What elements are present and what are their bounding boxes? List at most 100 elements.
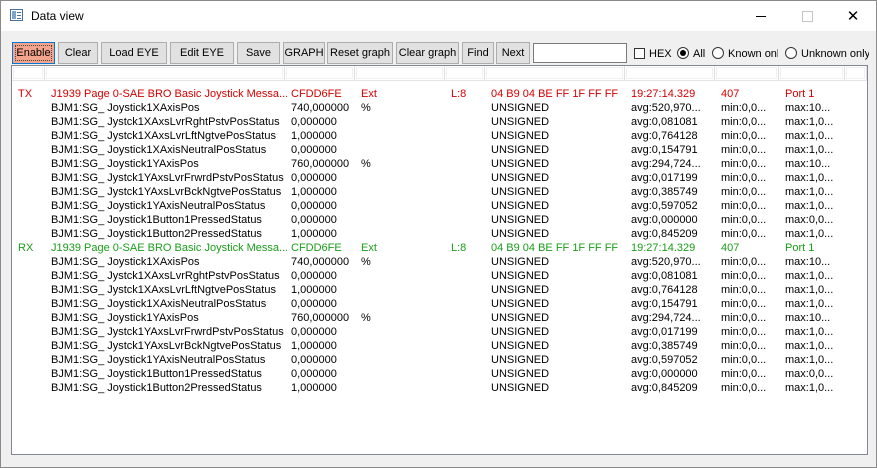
clear-graph-button[interactable]: Clear graph [396,42,459,64]
signal-minimum: min:0,0... [721,340,767,352]
signal-row[interactable]: BJM1:SG_ Joystick1Button1PressedStatus 0,… [12,213,867,227]
signal-name: BJM1:SG_ Joystick1Button2PressedStatus [51,228,262,240]
signal-row[interactable]: BJM1:SG_ Jystck1YAxsLvrBckNgtvePosStatus… [12,339,867,353]
signal-maximum: max:10... [785,102,831,114]
message-port: Port 1 [785,88,815,100]
signal-row[interactable]: BJM1:SG_ Joystick1XAxisNeutralPosStatus 0… [12,297,867,311]
signal-type: UNSIGNED [491,256,550,268]
radio-unknown-only[interactable] [785,47,797,59]
signal-maximum: max:1,0... [785,172,834,184]
signal-row[interactable]: BJM1:SG_ Joystick1YAxisPos 760,000000% UNS… [12,311,867,325]
signal-maximum: max:1,0... [785,228,834,240]
signal-minimum: min:0,0... [721,382,767,394]
header-column-port[interactable] [779,66,845,81]
signal-row[interactable]: BJM1:SG_ Jystck1XAxsLvrLftNgtvePosStatus… [12,283,867,297]
signal-value: 760,000000 [291,312,350,324]
signal-maximum: max:0,0... [785,214,834,226]
message-row[interactable]: RX J1939 Page 0-SAE BRO Basic Joystick Me… [12,241,867,255]
load-eye-button[interactable]: Load EYE [101,42,167,64]
signal-row[interactable]: BJM1:SG_ Jystck1YAxsLvrFrwrdPstvPosStatu… [12,171,867,185]
maximize-button[interactable] [784,1,830,31]
signal-name: BJM1:SG_ Joystick1Button1PressedStatus [51,368,262,380]
message-row[interactable]: TX J1939 Page 0-SAE BRO Basic Joystick Me… [12,87,867,101]
signal-name: BJM1:SG_ Jystck1YAxsLvrBckNgtvePosStatus [51,340,282,352]
reset-graph-button[interactable]: Reset graph [327,42,393,64]
signal-name: BJM1:SG_ Joystick1XAxisNeutralPosStatus [51,144,267,156]
header-column-id[interactable] [285,66,355,81]
data-grid[interactable]: TX J1939 Page 0-SAE BRO Basic Joystick Me… [11,65,868,455]
signal-name: BJM1:SG_ Joystick1XAxisPos [51,256,200,268]
message-length: L:8 [451,88,467,100]
signal-average: avg:0,000000 [631,214,698,226]
header-column-extra[interactable] [845,66,867,81]
find-button[interactable]: Find [462,42,494,64]
header-column-length[interactable] [445,66,485,81]
signal-maximum: max:1,0... [785,130,834,142]
signal-value: 1,000000 [291,186,337,198]
signal-maximum: max:0,0... [785,368,834,380]
header-column-direction[interactable] [12,66,45,81]
message-name: J1939 Page 0-SAE BRO Basic Joystick Mess… [51,242,287,254]
signal-row[interactable]: BJM1:SG_ Joystick1Button2PressedStatus 1,… [12,227,867,241]
header-column-data[interactable] [485,66,625,81]
header-column-frame[interactable] [355,66,445,81]
edit-eye-button[interactable]: Edit EYE [170,42,234,64]
signal-average: avg:0,385749 [631,340,698,352]
signal-name: BJM1:SG_ Joystick1XAxisPos [51,102,200,114]
clear-button[interactable]: Clear [58,42,98,64]
signal-minimum: min:0,0... [721,312,767,324]
signal-minimum: min:0,0... [721,116,767,128]
signal-row[interactable]: BJM1:SG_ Joystick1XAxisNeutralPosStatus 0… [12,143,867,157]
signal-value: 0,000000 [291,354,337,366]
search-input[interactable] [533,43,627,63]
signal-row[interactable]: BJM1:SG_ Joystick1XAxisPos 740,000000% UNS… [12,255,867,269]
next-button[interactable]: Next [496,42,530,64]
signal-row[interactable]: BJM1:SG_ Jystck1XAxsLvrRghtPstvPosStatus… [12,115,867,129]
signal-value: 1,000000 [291,382,337,394]
header-column-count[interactable] [715,66,779,81]
header-column-name[interactable] [45,66,285,81]
window-title: Data view [31,9,84,23]
signal-row[interactable]: BJM1:SG_ Jystck1XAxsLvrRghtPstvPosStatus… [12,269,867,283]
message-id: CFDD6FE [291,88,342,100]
save-button[interactable]: Save [237,42,280,64]
message-timestamp: 19:27:14.329 [631,88,696,100]
signal-type: UNSIGNED [491,368,550,380]
radio-known-only[interactable] [712,47,724,59]
message-length: L:8 [451,242,467,254]
signal-type: UNSIGNED [491,158,550,170]
signal-row[interactable]: BJM1:SG_ Jystck1YAxsLvrFrwrdPstvPosStatu… [12,325,867,339]
signal-maximum: max:1,0... [785,340,834,352]
radio-all-label: All [693,48,706,60]
signal-row[interactable]: BJM1:SG_ Joystick1YAxisNeutralPosStatus 0… [12,353,867,367]
radio-all[interactable] [677,47,689,59]
signal-type: UNSIGNED [491,130,550,142]
close-button[interactable]: ✕ [830,1,876,31]
signal-row[interactable]: BJM1:SG_ Joystick1XAxisPos 740,000000% UNS… [12,101,867,115]
signal-value: 0,000000 [291,116,337,128]
signal-type: UNSIGNED [491,144,550,156]
signal-minimum: min:0,0... [721,214,767,226]
signal-value: 0,000000 [291,298,337,310]
signal-minimum: min:0,0... [721,200,767,212]
signal-value: 1,000000 [291,228,337,240]
signal-row[interactable]: BJM1:SG_ Joystick1Button1PressedStatus 0,… [12,367,867,381]
signal-maximum: max:1,0... [785,326,834,338]
signal-minimum: min:0,0... [721,144,767,156]
signal-minimum: min:0,0... [721,158,767,170]
signal-minimum: min:0,0... [721,354,767,366]
signal-row[interactable]: BJM1:SG_ Joystick1YAxisNeutralPosStatus 0… [12,199,867,213]
signal-minimum: min:0,0... [721,368,767,380]
minimize-button[interactable] [738,1,784,31]
signal-value: 1,000000 [291,130,337,142]
signal-row[interactable]: BJM1:SG_ Jystck1YAxsLvrBckNgtvePosStatus… [12,185,867,199]
graph-button[interactable]: GRAPH [283,42,325,64]
signal-row[interactable]: BJM1:SG_ Joystick1Button2PressedStatus 1,… [12,381,867,395]
enable-button[interactable]: Enable [12,42,55,64]
signal-row[interactable]: BJM1:SG_ Jystck1XAxsLvrLftNgtvePosStatus… [12,129,867,143]
signal-row[interactable]: BJM1:SG_ Joystick1YAxisPos 760,000000% UNS… [12,157,867,171]
signal-average: avg:294,724... [631,158,701,170]
hex-checkbox[interactable] [634,48,645,59]
message-direction: RX [18,242,34,254]
header-column-time[interactable] [625,66,715,81]
